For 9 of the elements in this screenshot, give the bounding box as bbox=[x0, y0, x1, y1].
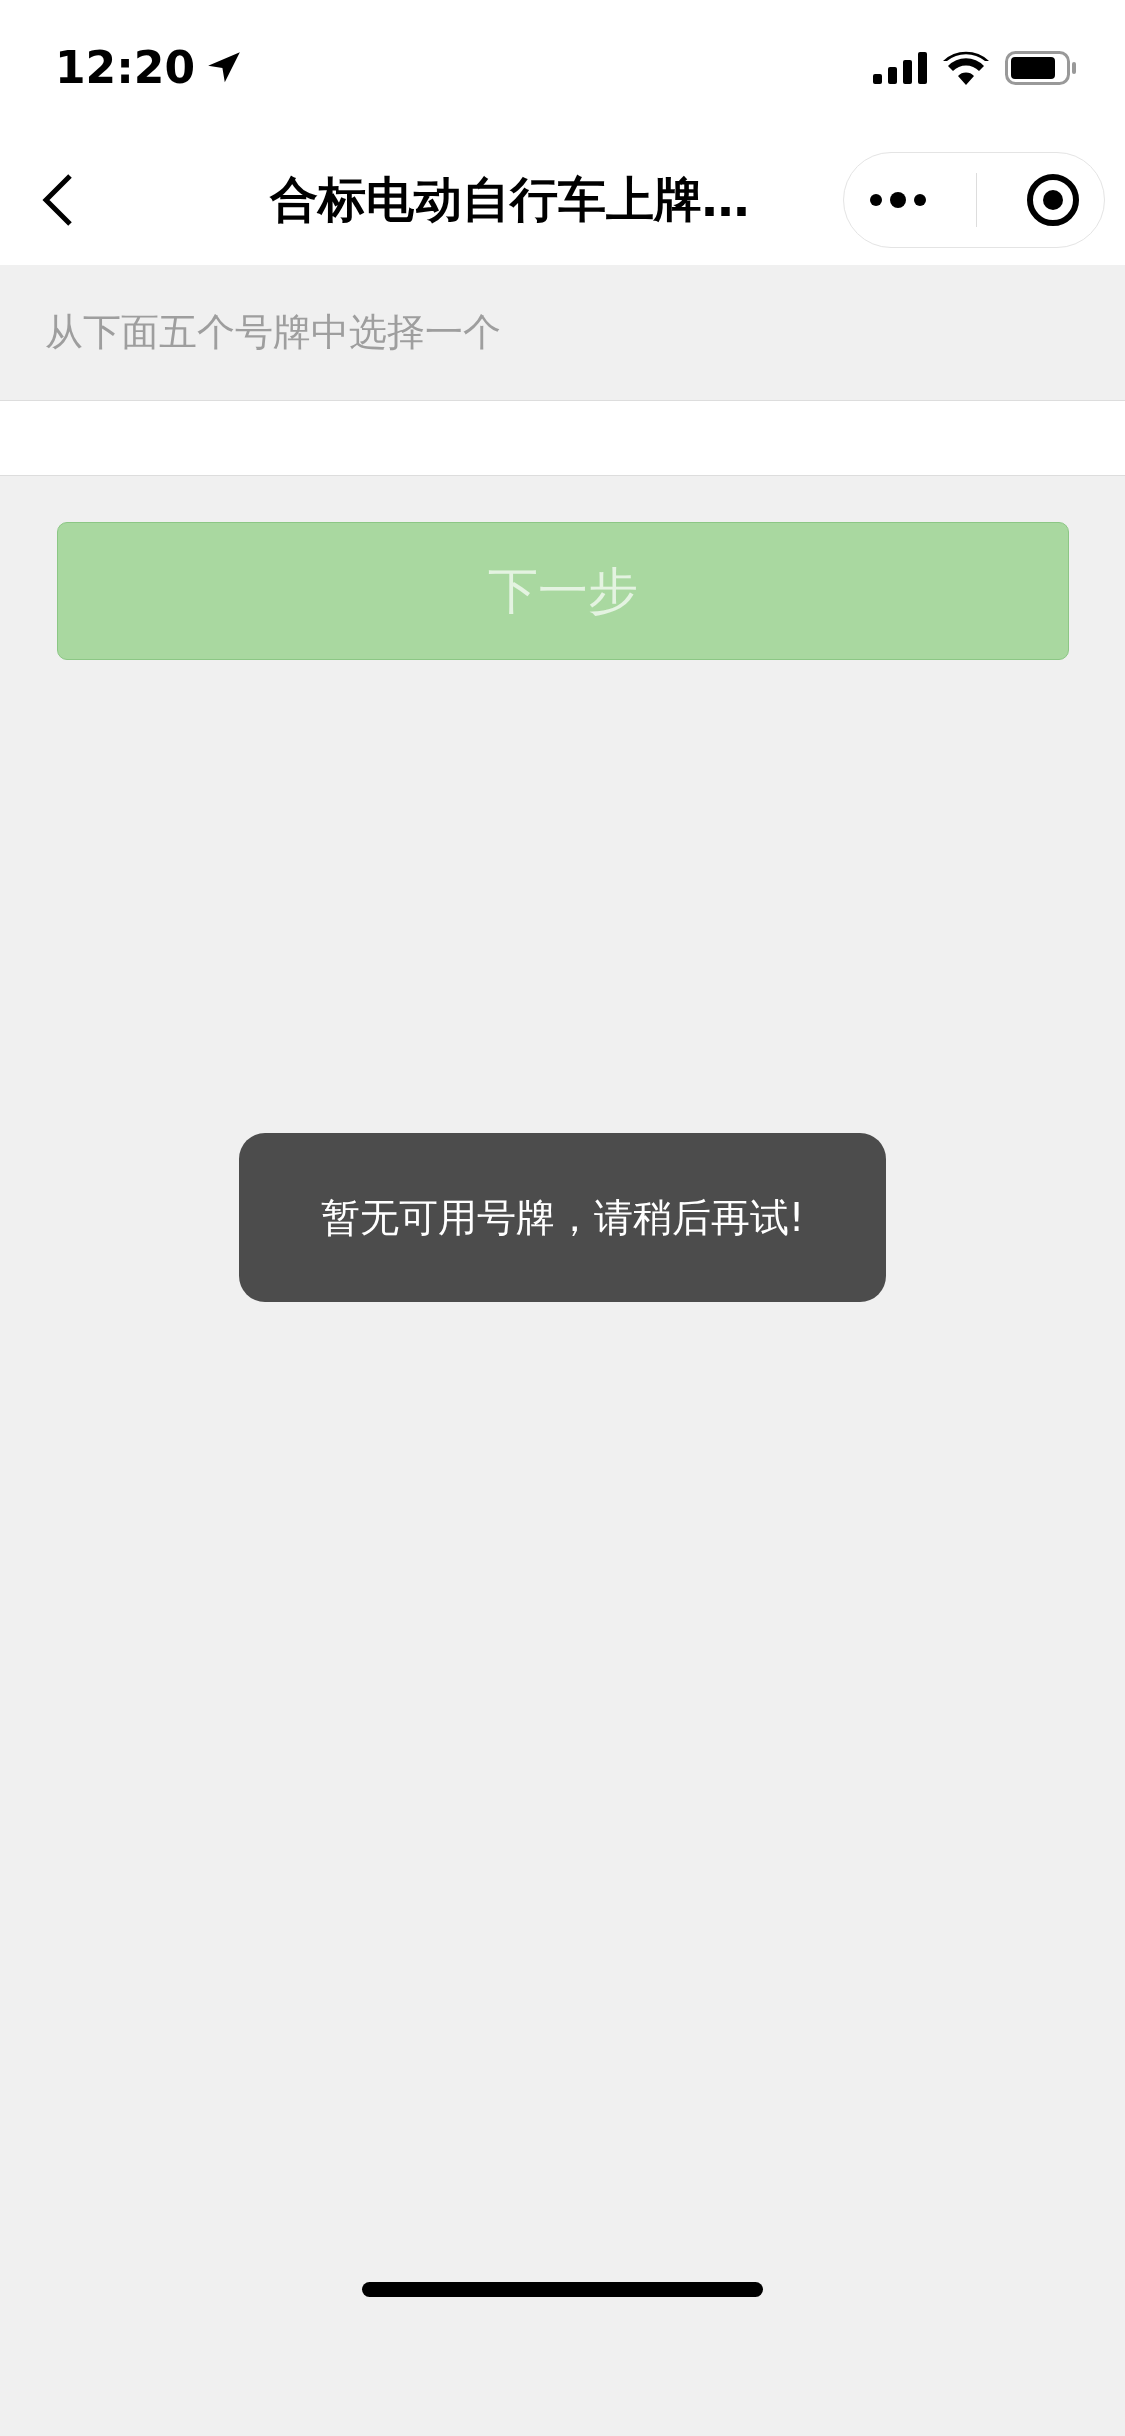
toast-message: 暂无可用号牌，请稍后再试! bbox=[239, 1133, 886, 1302]
wifi-icon bbox=[943, 50, 989, 85]
page-title: 合标电动自行车上牌… bbox=[268, 170, 751, 229]
close-target-icon[interactable] bbox=[1025, 173, 1080, 227]
battery-icon bbox=[1005, 50, 1077, 85]
status-time: 12:20 bbox=[55, 42, 196, 93]
hint-text: 从下面五个号牌中选择一个 bbox=[45, 309, 501, 356]
signal-icon bbox=[873, 51, 927, 84]
more-icon[interactable] bbox=[868, 192, 929, 208]
